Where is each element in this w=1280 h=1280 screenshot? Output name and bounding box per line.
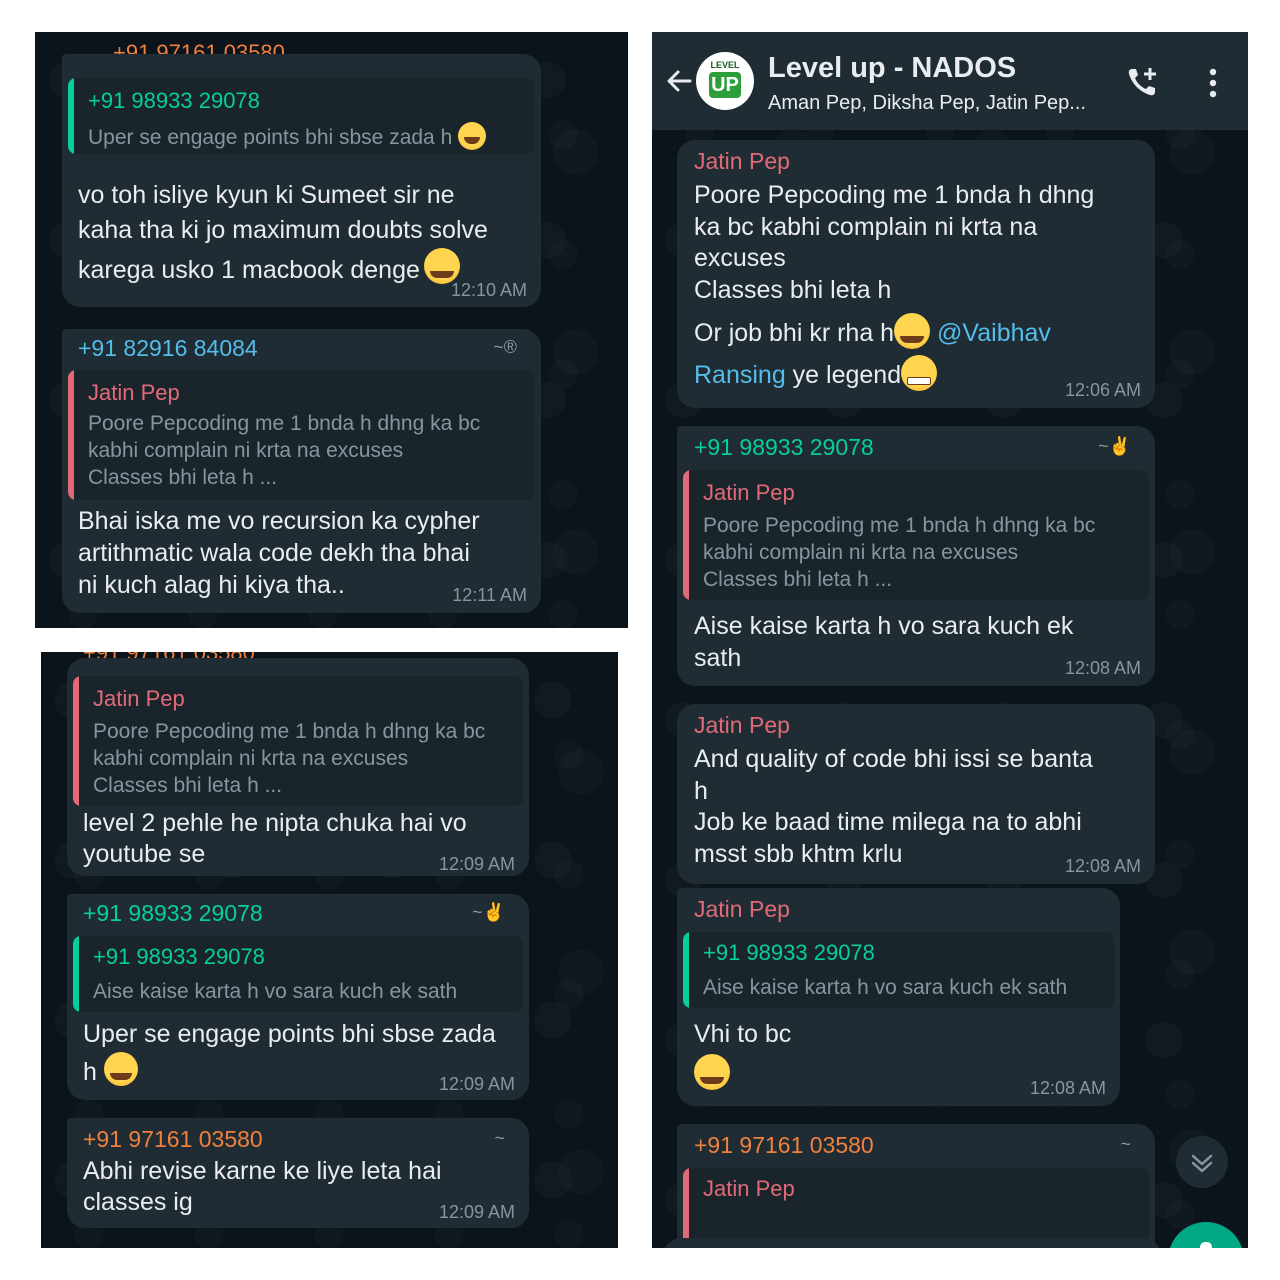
message-time: 12:09 AM <box>438 1074 515 1094</box>
message-text: Abhi revise karne ke liye leta hai class… <box>83 1157 442 1216</box>
joy-emoji-icon <box>894 313 931 349</box>
message-bubble[interactable]: Jatin Pep And quality of code bhi issi s… <box>677 704 1155 884</box>
quote-sender: Jatin Pep <box>93 686 185 711</box>
chat-panel-right: LEVEL UP Level up - NADOS Aman Pep, Diks… <box>652 32 1248 1248</box>
message-time: 12:08 AM <box>1029 1078 1106 1098</box>
sender-name: Jatin Pep <box>694 896 790 922</box>
quoted-message[interactable]: Jatin Pep Poore Pepcoding me 1 bnda h dh… <box>68 370 535 500</box>
chat-panel-bottom-left: +91 97161 03580 Jatin Pep Poore Pepcodin… <box>41 652 618 1248</box>
quoted-message[interactable]: +91 98933 29078 Aise kaise karta h vo sa… <box>73 936 523 1012</box>
quote-text: Poore Pepcoding me 1 bnda h dhng ka bc k… <box>93 720 486 797</box>
scroll-down-button[interactable] <box>1176 1136 1228 1188</box>
sender-name: +91 98933 29078 <box>694 434 874 460</box>
message-bubble[interactable]: Jatin Pep +91 98933 29078 Aise kaise kar… <box>677 888 1120 1106</box>
message-bubble[interactable]: Jatin Pep Poore Pepcoding me 1 bnda h dh… <box>677 140 1155 408</box>
quote-sender: +91 98933 29078 <box>703 940 875 965</box>
sender-tag: ~® <box>493 337 517 357</box>
sender-name: Jatin Pep <box>694 712 790 738</box>
quoted-message[interactable]: +91 98933 29078 Uper se engage points bh… <box>68 78 535 154</box>
group-name[interactable]: Level up - NADOS <box>768 52 1016 85</box>
add-call-icon[interactable] <box>1124 64 1160 100</box>
group-avatar[interactable]: LEVEL UP <box>696 52 754 110</box>
quote-sender: Jatin Pep <box>703 480 795 505</box>
message-time: 12:08 AM <box>1064 658 1141 678</box>
mic-icon <box>1200 1242 1212 1248</box>
quoted-message[interactable]: Jatin Pep Poore Pepcoding me 1 bnda h dh… <box>73 676 523 806</box>
message-text: Aise kaise karta h vo sara kuch ek sath <box>694 612 1074 672</box>
quoted-message[interactable]: Jatin Pep Poore Pepcoding me 1 bnda h dh… <box>683 470 1149 600</box>
menu-dots-icon[interactable] <box>1206 68 1220 100</box>
message-text: And quality of code bhi issi se banta h … <box>694 745 1093 868</box>
sender-name: +91 82916 84084 <box>78 335 258 361</box>
joy-emoji-icon <box>103 1052 138 1086</box>
mention-link[interactable]: Ransing <box>694 361 786 389</box>
joy-emoji-icon <box>458 122 487 150</box>
quote-sender: +91 98933 29078 <box>88 88 260 113</box>
message-time: 12:09 AM <box>438 854 515 874</box>
quote-text: Aise kaise karta h vo sara kuch ek sath <box>93 980 458 1003</box>
quoted-message[interactable]: +91 98933 29078 Aise kaise karta h vo sa… <box>683 932 1114 1008</box>
message-time: 12:08 AM <box>1064 856 1141 876</box>
message-time: 12:06 AM <box>1064 380 1141 400</box>
message-time: 12:10 AM <box>450 280 527 300</box>
sender-tag: ~✌ <box>1098 436 1131 456</box>
sender-tag: ~ <box>1120 1134 1131 1154</box>
sender-name: Jatin Pep <box>694 148 790 174</box>
sender-tag: ~ <box>494 1128 505 1148</box>
group-members[interactable]: Aman Pep, Diksha Pep, Jatin Pep... <box>768 92 1086 115</box>
message-bubble[interactable]: +91 98933 29078 Uper se engage points bh… <box>62 54 541 307</box>
mic-button[interactable] <box>1168 1222 1244 1248</box>
quote-sender: +91 98933 29078 <box>93 944 265 969</box>
double-chevron-down-icon <box>1191 1154 1213 1173</box>
message-text: Poore Pepcoding me 1 bnda h dhng ka bc k… <box>694 181 1095 304</box>
message-text: Vhi to bc <box>694 1020 792 1048</box>
back-arrow-icon[interactable] <box>664 66 694 96</box>
avatar-small-text: LEVEL <box>710 60 740 70</box>
quote-text: Aise kaise karta h vo sara kuch ek sath <box>703 976 1068 999</box>
message-time: 12:09 AM <box>438 1202 515 1222</box>
chat-panel-top-left: +91 97161 03580 +91 98933 29078 Uper se … <box>35 32 628 628</box>
quote-text: Poore Pepcoding me 1 bnda h dhng ka bc k… <box>703 514 1096 591</box>
quote-sender: Jatin Pep <box>703 1176 795 1201</box>
quote-text: Poore Pepcoding me 1 bnda h dhng ka bc k… <box>88 412 481 489</box>
message-text: vo toh isliye kyun ki Sumeet sir ne kaha… <box>78 181 488 284</box>
quoted-message[interactable]: Jatin Pep <box>683 1168 1149 1248</box>
message-bubble[interactable]: +91 97161 03580 ~ Jatin Pep <box>677 1124 1155 1248</box>
message-bubble[interactable]: +91 98933 29078 ~✌ +91 98933 29078 Aise … <box>67 894 529 1100</box>
grimace-emoji-icon <box>901 355 938 391</box>
sender-name: +91 97161 03580 <box>83 1126 263 1152</box>
joy-emoji-icon <box>423 248 460 284</box>
sender-name: +91 97161 03580 <box>694 1132 874 1158</box>
message-time: 12:11 AM <box>452 585 527 605</box>
chat-header: LEVEL UP Level up - NADOS Aman Pep, Diks… <box>652 32 1248 130</box>
message-input-bar[interactable] <box>662 1238 1162 1248</box>
message-bubble[interactable]: +91 98933 29078 ~✌ Jatin Pep Poore Pepco… <box>677 426 1155 686</box>
message-bubble[interactable]: +91 97161 03580 ~ Abhi revise karne ke l… <box>67 1118 529 1228</box>
avatar-text: UP <box>709 72 741 98</box>
joy-emoji-icon <box>694 1054 730 1090</box>
sender-name: +91 98933 29078 <box>83 900 263 926</box>
quote-sender: Jatin Pep <box>88 380 180 405</box>
mention-link[interactable]: @Vaibhav <box>937 319 1051 347</box>
message-bubble[interactable]: +91 82916 84084 ~® Jatin Pep Poore Pepco… <box>62 329 541 613</box>
quote-text: Uper se engage points bhi sbse zada h <box>88 122 525 151</box>
message-bubble[interactable]: Jatin Pep Poore Pepcoding me 1 bnda h dh… <box>67 658 529 876</box>
sender-tag: ~✌ <box>472 902 505 922</box>
